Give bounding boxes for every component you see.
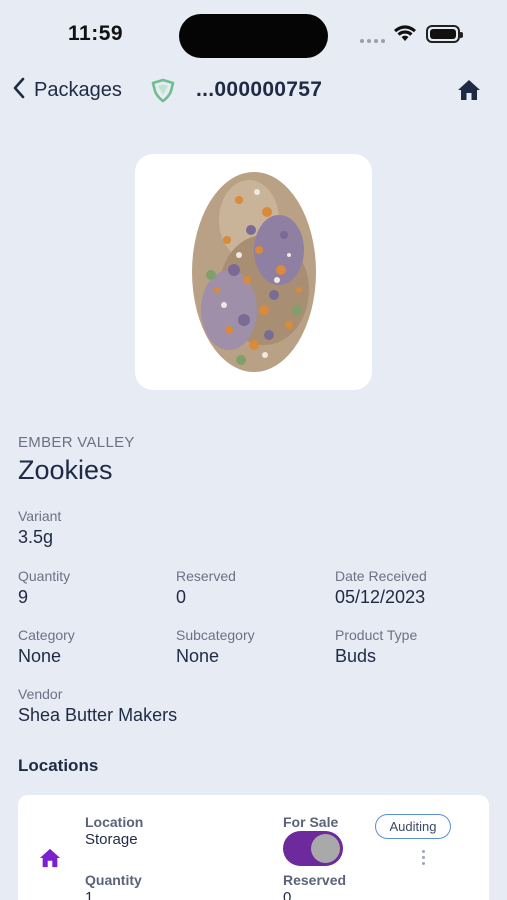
auditing-badge: Auditing [375, 814, 451, 839]
more-options-icon[interactable] [422, 850, 425, 865]
battery-icon [426, 25, 463, 43]
for-sale-toggle[interactable] [283, 831, 343, 866]
location-home-icon [38, 847, 62, 874]
for-sale-label: For Sale [283, 814, 339, 830]
vendor-value: Shea Butter Makers [18, 705, 178, 725]
variant-field: Variant 3.5g [18, 508, 61, 548]
variant-value: 3.5g [18, 527, 54, 547]
location-card[interactable]: Location Storage For Sale Auditing Quant… [18, 795, 489, 900]
location-reserved-label: Reserved [283, 872, 347, 888]
status-time: 11:59 [68, 22, 124, 45]
reserved-label: Reserved [176, 568, 236, 584]
home-button[interactable] [456, 78, 482, 107]
product-brand: EMBER VALLEY [18, 434, 135, 451]
vendor-label: Vendor [18, 686, 63, 702]
date-received-label: Date Received [335, 568, 427, 584]
location-quantity-value: 1 [85, 889, 94, 900]
navigation-bar: Packages ...000000757 [0, 70, 507, 114]
date-received-field: Date Received 05/12/2023 [335, 568, 427, 608]
shield-icon [150, 78, 176, 109]
product-type-label: Product Type [335, 627, 418, 643]
category-field: Category None [18, 627, 75, 667]
reserved-field: Reserved 0 [176, 568, 236, 608]
product-name: Zookies [18, 455, 113, 485]
cellular-signal-icon [360, 39, 385, 43]
reserved-value: 0 [176, 587, 187, 607]
back-button-label: Packages [34, 79, 122, 101]
subcategory-value: None [176, 646, 220, 666]
cannabis-bud-image [191, 171, 316, 372]
location-field: Location Storage [85, 814, 143, 848]
toggle-knob [311, 834, 340, 863]
location-reserved-value: 0 [283, 889, 292, 900]
location-reserved-field: Reserved 0 [283, 872, 346, 900]
subcategory-field: Subcategory None [176, 627, 255, 667]
quantity-value: 9 [18, 587, 29, 607]
for-sale-field: For Sale [283, 814, 338, 830]
wifi-icon [393, 24, 417, 47]
package-id-title: ...000000757 [196, 78, 323, 101]
product-type-value: Buds [335, 646, 377, 666]
location-quantity-field: Quantity 1 [85, 872, 142, 900]
product-type-field: Product Type Buds [335, 627, 417, 667]
category-value: None [18, 646, 62, 666]
variant-label: Variant [18, 508, 62, 524]
date-received-value: 05/12/2023 [335, 587, 426, 607]
dynamic-island [179, 14, 328, 58]
subcategory-label: Subcategory [176, 627, 255, 643]
home-icon [456, 80, 482, 106]
product-image [135, 154, 372, 390]
category-label: Category [18, 627, 75, 643]
location-quantity-label: Quantity [85, 872, 142, 888]
chevron-left-icon [12, 76, 26, 105]
vendor-field: Vendor Shea Butter Makers [18, 686, 177, 726]
status-bar: 11:59 [0, 0, 507, 70]
quantity-label: Quantity [18, 568, 71, 584]
location-value: Storage [85, 831, 138, 848]
back-button[interactable]: Packages [12, 76, 122, 105]
locations-title: Locations [18, 756, 99, 775]
location-label: Location [85, 814, 144, 830]
quantity-field: Quantity 9 [18, 568, 70, 608]
